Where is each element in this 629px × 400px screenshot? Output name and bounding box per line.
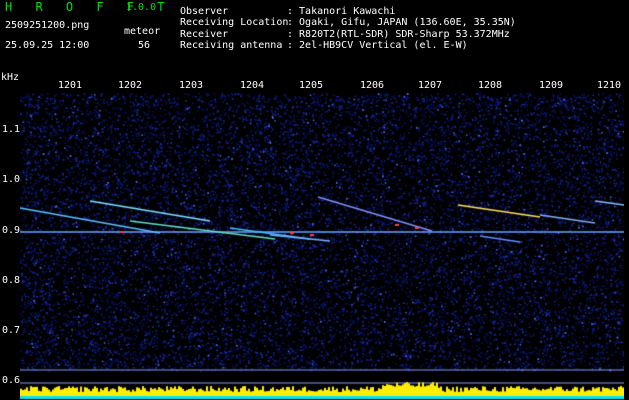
file-name: 2509251200.png [5, 20, 90, 31]
freq-tick-0.8: 0.8 [2, 275, 21, 286]
time-tick-1203: 1203 [179, 80, 204, 91]
location-label: Receiving Location [180, 17, 289, 28]
time-tick-1205: 1205 [299, 80, 324, 91]
antenna-label: Receiving antenna [180, 40, 283, 51]
freq-tick-0.7: 0.7 [2, 325, 21, 336]
time-tick-1202: 1202 [118, 80, 143, 91]
freq-tick-1.1: 1.1 [2, 124, 21, 135]
freq-tick-0.6: 0.6 [2, 375, 21, 386]
receiver-value: : R820T2(RTL-SDR) SDR-Sharp 53.372MHz [287, 29, 510, 40]
time-tick-1209: 1209 [539, 80, 564, 91]
file-datetime: 25.09.25 12:00 [5, 40, 90, 51]
observer-label: Observer [180, 6, 229, 17]
location-value: : Ogaki, Gifu, JAPAN (136.60E, 35.35N) [287, 17, 516, 28]
antenna-value: : 2el-HB9CV Vertical (el. E-W) [287, 40, 468, 51]
frequency-unit-label: kHz [1, 72, 20, 83]
time-tick-1204: 1204 [240, 80, 265, 91]
time-tick-1210: 1210 [597, 80, 622, 91]
spectrogram-canvas [20, 93, 624, 400]
time-tick-1208: 1208 [478, 80, 503, 91]
time-tick-1201: 1201 [58, 80, 83, 91]
meteor-label: meteor [124, 26, 161, 37]
time-tick-1207: 1207 [418, 80, 443, 91]
freq-tick-1.0: 1.0 [2, 174, 21, 185]
meteor-count: 56 [138, 40, 151, 51]
waterfall-spectrogram [20, 93, 624, 400]
receiver-label: Receiver [180, 29, 229, 40]
observer-value: : Takanori Kawachi [287, 6, 396, 17]
time-tick-1206: 1206 [360, 80, 385, 91]
app-version: 1.0.0 [126, 2, 157, 13]
freq-tick-0.9: 0.9 [2, 225, 21, 236]
